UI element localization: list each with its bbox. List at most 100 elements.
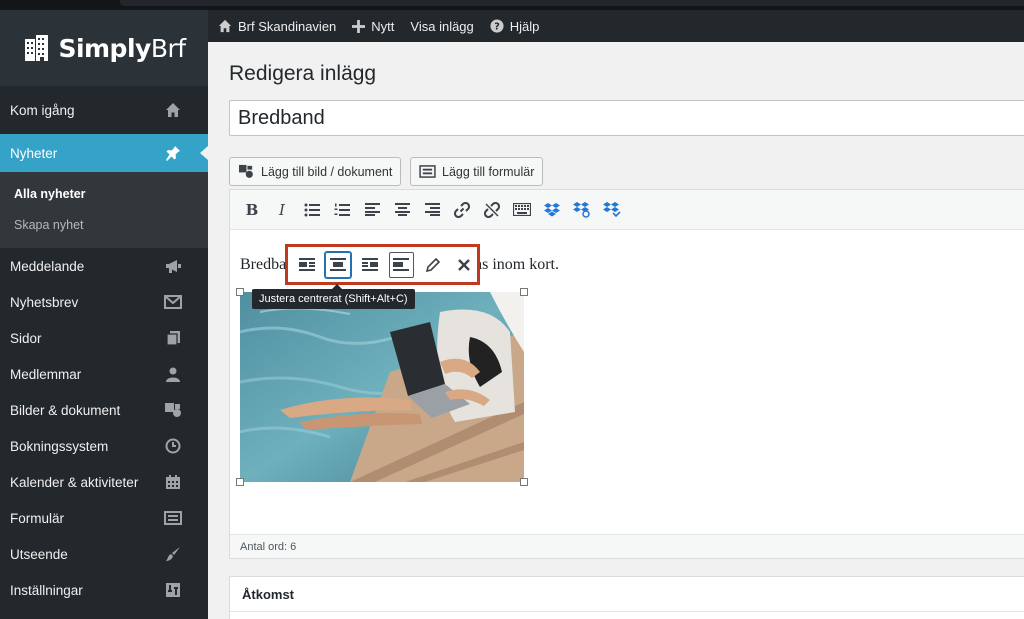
form-icon <box>164 509 182 527</box>
add-media-label: Lägg till bild / dokument <box>261 164 393 179</box>
sidebar-item-formular[interactable]: Formulär <box>0 500 208 536</box>
submenu-skapa-nyhet[interactable]: Skapa nyhet <box>0 209 208 240</box>
add-form-button[interactable]: Lägg till formulär <box>410 157 544 186</box>
dropbox-button[interactable] <box>538 196 566 224</box>
word-count: Antal ord: 6 <box>240 540 297 553</box>
bullet-list-icon <box>304 203 320 216</box>
resize-handle-br[interactable] <box>520 478 528 486</box>
clock-icon <box>164 437 182 455</box>
brand-logo[interactable]: SimplyBrf <box>0 10 208 86</box>
resize-handle-tr[interactable] <box>520 288 528 296</box>
page-title: Redigera inlägg <box>229 62 377 85</box>
brand-name-bold: Simply <box>58 33 151 63</box>
resize-handle-tl[interactable] <box>236 288 244 296</box>
image-align-left-button[interactable] <box>294 252 319 278</box>
calendar-icon <box>164 473 182 491</box>
image-align-center-button[interactable] <box>325 251 352 278</box>
post-title-value: Bredband <box>238 106 325 129</box>
post-image[interactable] <box>240 292 524 482</box>
admin-sidebar: SimplyBrf Kom igång Nyheter Alla nyheter… <box>0 10 208 619</box>
align-center-tooltip: Justera centrerat (Shift+Alt+C) <box>252 284 415 309</box>
image-inline-toolbar <box>285 244 480 285</box>
pages-icon <box>164 329 182 347</box>
plus-icon <box>352 19 366 33</box>
sidebar-item-bilder-dokument[interactable]: Bilder & dokument <box>0 392 208 428</box>
add-form-label: Lägg till formulär <box>442 164 535 179</box>
italic-button[interactable]: I <box>268 196 296 224</box>
home-icon <box>218 19 232 33</box>
resize-handle-bl[interactable] <box>236 478 244 486</box>
image-edit-button[interactable] <box>420 252 445 278</box>
bold-button[interactable]: B <box>238 196 266 224</box>
align-center-icon <box>394 203 410 216</box>
unlink-icon <box>484 201 500 218</box>
sidebar-item-utseende[interactable]: Utseende <box>0 536 208 572</box>
link-button[interactable] <box>448 196 476 224</box>
image-align-right-button[interactable] <box>357 252 382 278</box>
admin-bar: Brf Skandinavien Nytt Visa inlägg ? Hjäl… <box>208 10 1024 42</box>
svg-text:?: ? <box>494 22 500 33</box>
image-align-center-icon <box>330 258 347 271</box>
form-icon <box>419 165 436 178</box>
media-icon <box>239 164 253 178</box>
access-metabox: Åtkomst <box>229 576 1024 619</box>
adminbar-site-label: Brf Skandinavien <box>238 18 337 34</box>
sidebar-item-installningar[interactable]: Inställningar <box>0 572 208 608</box>
align-left-button[interactable] <box>358 196 386 224</box>
dropbox-embed-button[interactable] <box>598 196 626 224</box>
sidebar-item-label: Medlemmar <box>10 366 82 382</box>
pool-laptop-image <box>240 292 524 482</box>
adminbar-view-link[interactable]: Visa inlägg <box>410 19 473 34</box>
add-media-button[interactable]: Lägg till bild / dokument <box>229 157 402 186</box>
sidebar-item-label: Inställningar <box>10 582 83 598</box>
adminbar-help-label: Hjälp <box>509 18 540 34</box>
editor-status-bar: Antal ord: 6 <box>230 534 1024 558</box>
bullet-list-button[interactable] <box>298 196 326 224</box>
adminbar-new-label: Nytt <box>371 18 395 34</box>
sidebar-item-nyhetsbrev[interactable]: Nyhetsbrev <box>0 284 208 320</box>
image-no-align-icon <box>393 258 410 271</box>
sidebar-item-meddelande[interactable]: Meddelande <box>0 248 208 284</box>
align-center-button[interactable] <box>388 196 416 224</box>
sidebar-item-label: Nyhetsbrev <box>10 294 79 310</box>
sidebar-item-sidor[interactable]: Sidor <box>0 320 208 356</box>
image-remove-button[interactable] <box>452 252 477 278</box>
sidebar-item-kalender[interactable]: Kalender & aktiviteter <box>0 464 208 500</box>
sidebar-item-bokningssystem[interactable]: Bokningssystem <box>0 428 208 464</box>
sidebar-item-medlemmar[interactable]: Medlemmar <box>0 356 208 392</box>
user-icon <box>164 365 182 383</box>
access-metabox-title[interactable]: Åtkomst <box>230 577 1024 612</box>
nyheter-submenu: Alla nyheter Skapa nyhet <box>0 172 208 248</box>
sidebar-item-label: Nyheter <box>10 145 58 161</box>
adminbar-site-link[interactable]: Brf Skandinavien <box>218 19 336 34</box>
envelope-icon <box>164 293 182 311</box>
sidebar-item-nyheter[interactable]: Nyheter <box>0 134 208 172</box>
sidebar-item-label: Bokningssystem <box>10 438 109 454</box>
submenu-alla-nyheter[interactable]: Alla nyheter <box>0 178 208 209</box>
editor-content[interactable]: Bredba as inom kort. Justera centrerat (… <box>230 230 1024 540</box>
align-left-icon <box>364 203 380 216</box>
sidebar-item-label: Formulär <box>10 510 65 526</box>
unlink-button[interactable] <box>478 196 506 224</box>
image-no-align-button[interactable] <box>388 251 415 278</box>
help-icon: ? <box>490 19 504 33</box>
adminbar-help-link[interactable]: ? Hjälp <box>490 18 540 34</box>
dropbox-icon <box>544 202 560 216</box>
post-title-input[interactable]: Bredband <box>229 100 1024 136</box>
sidebar-item-label: Utseende <box>10 546 68 562</box>
building-icon <box>25 35 49 61</box>
dropbox-embed-icon <box>603 201 621 217</box>
numbered-list-button[interactable] <box>328 196 356 224</box>
editor-toolbar: B I <box>230 190 1024 230</box>
sidebar-item-kom-igang[interactable]: Kom igång <box>0 86 208 134</box>
align-right-button[interactable] <box>418 196 446 224</box>
paragraph-text-start: Bredba <box>240 256 287 273</box>
paragraph-text-end: as inom kort. <box>475 256 559 273</box>
dropbox-link-button[interactable] <box>568 196 596 224</box>
settings-icon <box>164 581 182 599</box>
adminbar-new-link[interactable]: Nytt <box>352 19 394 34</box>
browser-tab <box>120 0 1024 6</box>
adminbar-view-label: Visa inlägg <box>410 18 474 34</box>
toolbar-toggle-button[interactable] <box>508 196 536 224</box>
numbered-list-icon <box>334 203 350 216</box>
